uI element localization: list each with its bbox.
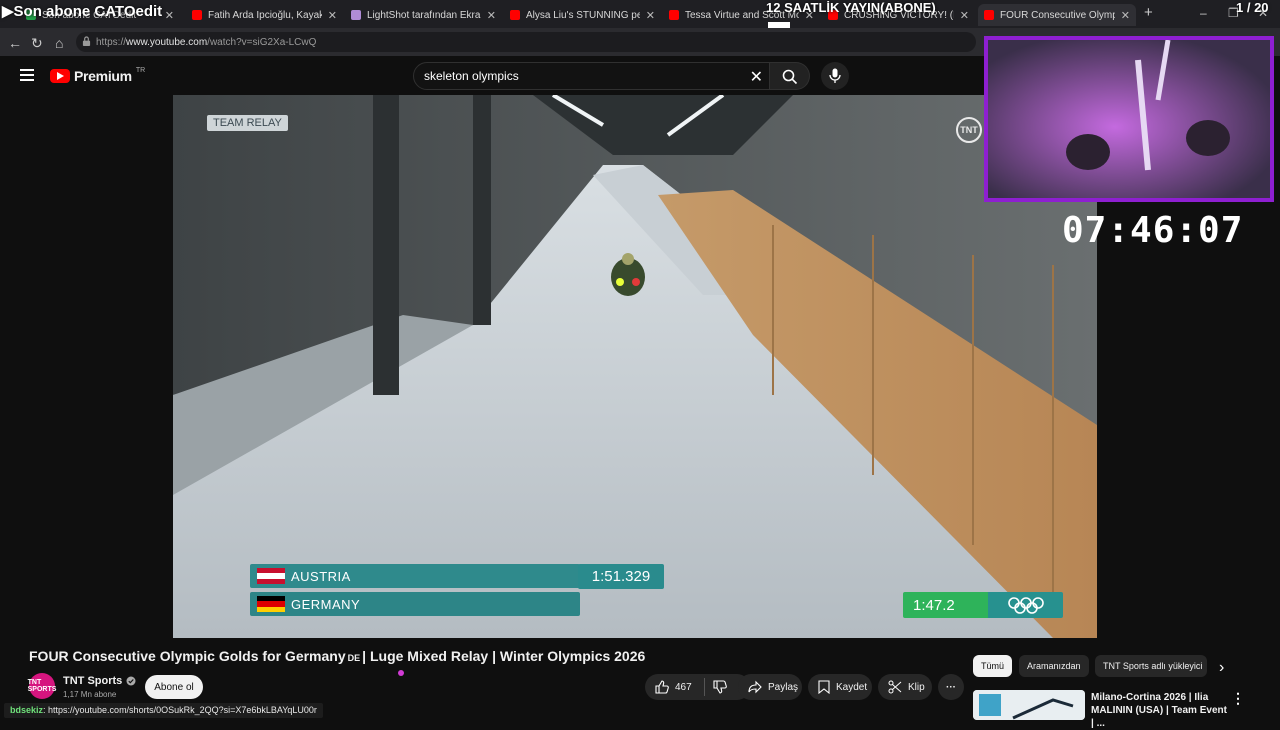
tab-label: Fatih Arda İpcioğlu, Kayakla Atlama	[208, 9, 322, 21]
tab-label: LightShot tarafından Ekran Görüntü	[367, 9, 481, 21]
lightshot-favicon-icon	[351, 10, 361, 20]
scoreboard-row-germany: GERMANY	[250, 592, 580, 616]
clip-button[interactable]: Klip	[878, 674, 932, 700]
reload-icon[interactable]: ↻	[31, 35, 43, 52]
split-time-box: 1:47.2	[903, 592, 1063, 618]
recommendation-title[interactable]: Milano-Cortina 2026 | Ilia MALININ (USA)…	[1091, 691, 1231, 730]
germany-flag-label: DE	[347, 653, 361, 663]
tab-label: Alysa Liu's STUNNING performance	[526, 9, 640, 21]
scissors-icon	[888, 680, 902, 694]
site-info-icon[interactable]	[82, 36, 91, 47]
youtube-favicon-icon	[192, 10, 202, 20]
like-count: 467	[675, 681, 692, 693]
search-icon	[782, 69, 798, 85]
url-host: www.youtube.com	[126, 36, 208, 48]
tab-close-icon[interactable]: ✕	[960, 9, 969, 22]
youtube-favicon-icon	[669, 10, 679, 20]
video-title: FOUR Consecutive Olympic Golds for Germa…	[29, 648, 646, 664]
youtube-logo[interactable]: Premium TR	[50, 66, 146, 84]
youtube-play-icon	[50, 69, 70, 83]
thumbs-down-icon[interactable]	[713, 680, 727, 694]
stream-banner: 12 SAATLİK YAYIN(ABONE)	[766, 0, 936, 15]
mouse-cursor	[398, 670, 404, 676]
tnt-sports-logo: TNT	[956, 117, 982, 143]
chat-message: : https://youtube.com/shorts/0OSukRk_2QQ…	[43, 705, 317, 715]
tab-close-icon[interactable]: ✕	[646, 9, 655, 22]
chat-user: bdsekiz	[10, 705, 44, 715]
chip-all[interactable]: Tümü	[973, 655, 1013, 677]
stream-clock: 07:46:07	[1062, 210, 1244, 251]
more-icon: ···	[946, 681, 956, 693]
clear-search-icon[interactable]: ✕	[750, 67, 763, 87]
verified-icon	[126, 676, 136, 686]
page-index: 1 / 20	[1236, 0, 1269, 15]
region-code: TR	[135, 66, 146, 74]
browser-tab[interactable]: Fatih Arda İpcioğlu, Kayakla Atlama ✕	[186, 4, 343, 26]
like-button[interactable]: 467	[645, 674, 750, 700]
microphone-icon	[829, 68, 841, 83]
share-button[interactable]: Paylaş	[738, 674, 802, 700]
country-name: GERMANY	[291, 596, 361, 612]
tab-close-icon[interactable]: ✕	[328, 9, 337, 22]
divider	[703, 678, 705, 696]
tab-close-icon[interactable]: ✕	[1121, 9, 1130, 22]
olympic-rings-icon	[988, 592, 1063, 618]
tab-label: FOUR Consecutive Olympic Gol	[1000, 9, 1115, 21]
url-field[interactable]: https://www.youtube.com/watch?v=siG2Xa-L…	[76, 32, 976, 52]
chip-from-search[interactable]: Aramanızdan	[1019, 655, 1089, 677]
cat-webcam-image	[988, 40, 1270, 198]
youtube-favicon-icon	[510, 10, 520, 20]
browser-tab-strip: Son abone CATOedit ✕ Fatih Arda İpcioğlu…	[0, 0, 1280, 28]
browser-tab[interactable]: LightShot tarafından Ekran Görüntü ✕	[345, 4, 502, 26]
germany-flag-icon	[257, 596, 285, 612]
minimize-icon[interactable]: –	[1200, 6, 1207, 20]
new-tab-icon[interactable]: +	[1144, 4, 1153, 21]
recommendation-menu-icon[interactable]: ⋮	[1231, 690, 1245, 707]
browser-tab[interactable]: Alysa Liu's STUNNING performance ✕	[504, 4, 661, 26]
save-button[interactable]: Kaydet	[808, 674, 872, 700]
play-icon: ▶	[2, 3, 14, 20]
url-prefix: https://	[96, 36, 127, 48]
video-player[interactable]: TEAM RELAY TNT AUSTRIA 1:51.329 GERMANY …	[173, 95, 1097, 638]
country-name: AUSTRIA	[291, 568, 351, 584]
search-input[interactable]: skeleton olympics ✕	[413, 62, 770, 90]
webcam-overlay	[984, 36, 1274, 202]
more-actions-button[interactable]: ···	[938, 674, 964, 700]
scoreboard-row-austria: AUSTRIA	[250, 564, 580, 588]
chip-from-uploader[interactable]: TNT Sports adlı yükleyici	[1095, 655, 1207, 677]
back-icon[interactable]: ←	[8, 35, 22, 51]
url-path: /watch?v=siG2Xa-LCwQ	[207, 36, 317, 48]
thumbs-up-icon	[655, 680, 669, 694]
subscriber-count: 1,17 Mn abone	[63, 690, 117, 699]
menu-icon[interactable]	[20, 69, 34, 81]
subscribe-button[interactable]: Abone ol	[145, 675, 203, 699]
split-time: 1:47.2	[903, 592, 988, 618]
team-relay-badge: TEAM RELAY	[207, 115, 288, 131]
tab-close-icon[interactable]: ✕	[165, 9, 174, 22]
austria-flag-icon	[257, 568, 285, 584]
stream-overlay-title: ▶Son abone CATOedit	[2, 3, 163, 20]
channel-avatar[interactable]: TNT SPORTS	[28, 673, 56, 699]
bookmark-icon	[818, 680, 830, 694]
brand-name: Premium	[74, 68, 132, 84]
youtube-favicon-icon	[984, 10, 994, 20]
voice-search-button[interactable]	[821, 62, 849, 90]
home-icon[interactable]: ⌂	[55, 35, 63, 51]
share-icon	[748, 680, 762, 694]
browser-tab-active[interactable]: FOUR Consecutive Olympic Gol ✕	[978, 4, 1136, 26]
search-button[interactable]	[770, 62, 810, 90]
channel-name[interactable]: TNT Sports	[63, 675, 136, 687]
recommendation-thumbnail[interactable]	[973, 690, 1085, 720]
austria-time: 1:51.329	[578, 564, 664, 589]
chevron-right-icon[interactable]: ›	[1219, 659, 1224, 677]
tab-close-icon[interactable]: ✕	[487, 9, 496, 22]
luge-track-scene	[173, 95, 1097, 638]
search-value: skeleton olympics	[424, 69, 519, 83]
chat-message-bar: bdsekiz: https://youtube.com/shorts/0OSu…	[4, 703, 323, 718]
